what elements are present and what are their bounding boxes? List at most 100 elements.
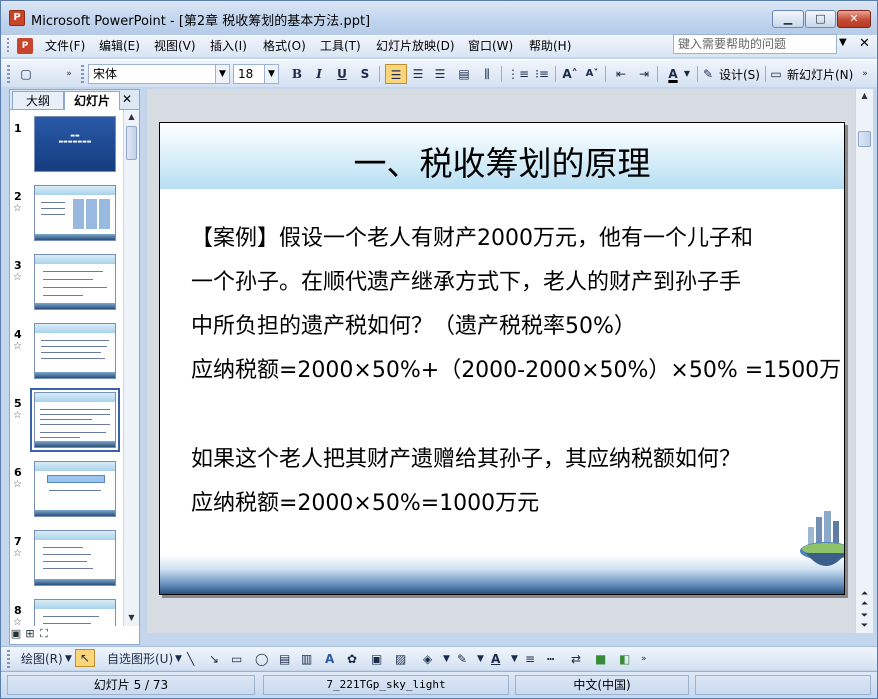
new-document-icon[interactable]: ▢ [15, 64, 37, 84]
line-color-dropdown-icon[interactable]: ▼ [477, 651, 484, 667]
document-close-icon[interactable]: ✕ [859, 36, 870, 51]
bullets-icon[interactable]: ⁝≡ [531, 64, 553, 84]
increase-indent-icon[interactable]: ⇥ [633, 64, 655, 84]
slide-text-line[interactable]: 中所负担的遗产税如何？（遗产税税率50%） [191, 312, 636, 342]
textbox-tool-icon[interactable]: ▤ [279, 651, 290, 667]
slide-thumbnail-8[interactable] [34, 599, 116, 626]
new-slide-button[interactable]: 新幻灯片(N) [787, 66, 853, 83]
underline-button[interactable]: U [331, 64, 353, 84]
design-icon[interactable]: ✎ [701, 64, 715, 84]
current-slide[interactable]: 一、税收筹划的原理 【案例】假设一个老人有财产2000万元，他有一个儿子和 一个… [159, 122, 845, 595]
rectangle-tool-icon[interactable]: ▭ [231, 651, 242, 667]
toolbar-grip[interactable] [7, 65, 10, 83]
toolbar-overflow-icon[interactable]: » [859, 64, 871, 84]
pane-close-icon[interactable]: ✕ [122, 92, 132, 106]
menu-slideshow[interactable]: 幻灯片放映(D) [376, 38, 455, 54]
align-left-icon[interactable]: ☰ [385, 64, 407, 84]
slide-thumbnail-4[interactable] [34, 323, 116, 379]
slide-text-line[interactable]: 应纳税额=2000×50%+（2000-2000×50%）×50% =1500万 [191, 356, 841, 386]
font-color-dropdown-icon[interactable]: ▼ [682, 64, 692, 84]
italic-button[interactable]: I [308, 64, 330, 84]
line-tool-icon[interactable]: ╲ [187, 651, 194, 667]
help-search-input[interactable]: 键入需要帮助的问题 [673, 34, 837, 54]
vertical-textbox-icon[interactable]: ▥ [301, 651, 312, 667]
slide-title[interactable]: 一、税收筹划的原理 [160, 137, 844, 185]
document-icon[interactable]: P [17, 38, 33, 54]
distribute-icon[interactable]: ⫼ [476, 64, 498, 84]
oval-tool-icon[interactable]: ◯ [255, 651, 268, 667]
scrollbar-thumb[interactable] [126, 126, 137, 160]
slide-text-line[interactable]: 一个孙子。在顺代遗产继承方式下，老人的财产到孙子手 [191, 268, 741, 298]
toolbar-grip[interactable] [7, 650, 10, 668]
autoshapes-dropdown-icon[interactable]: ▼ [175, 651, 182, 667]
normal-view-icon[interactable]: ▣ [9, 627, 23, 640]
minimize-button[interactable]: ▁ [772, 10, 804, 28]
bold-button[interactable]: B [286, 64, 308, 84]
design-button[interactable]: 设计(S) [719, 66, 760, 83]
menu-edit[interactable]: 编辑(E) [99, 38, 140, 54]
scroll-up-icon[interactable]: ▲ [856, 89, 873, 103]
maximize-button[interactable]: □ [805, 10, 836, 28]
scroll-up-icon[interactable]: ▲ [124, 110, 139, 124]
shadow-style-icon[interactable]: ■ [595, 651, 606, 667]
wordart-icon[interactable]: A [325, 651, 334, 667]
slide-text-line[interactable]: 如果这个老人把其财产遗赠给其孙子，其应纳税额如何？ [191, 445, 741, 475]
line-style-icon[interactable]: ≡ [525, 651, 535, 667]
slide-thumbnail-3[interactable] [34, 254, 116, 310]
powerpoint-app-icon[interactable]: P [9, 10, 25, 26]
diagram-icon[interactable]: ✿ [347, 651, 357, 667]
menu-view[interactable]: 视图(V) [154, 38, 196, 54]
scrollbar-thumb[interactable] [858, 131, 871, 147]
tab-outline[interactable]: 大纲 [12, 91, 64, 109]
font-size-select[interactable]: 18 ▼ [233, 64, 279, 84]
slide-sorter-icon[interactable]: ⊞ [23, 627, 37, 640]
slide-thumbnail-5[interactable] [30, 388, 120, 452]
arrow-style-icon[interactable]: ⇄ [571, 651, 581, 667]
slide-text-line[interactable]: 应纳税额=2000×50%=1000万元 [191, 489, 539, 519]
font-color-icon[interactable]: A [662, 64, 684, 84]
fill-color-dropdown-icon[interactable]: ▼ [443, 651, 450, 667]
menu-file[interactable]: 文件(F) [45, 38, 85, 54]
font-color-icon[interactable]: A [491, 651, 500, 667]
decrease-font-icon[interactable]: A˅ [581, 64, 603, 84]
menu-grip[interactable] [7, 38, 9, 54]
draw-menu-dropdown-icon[interactable]: ▼ [65, 651, 72, 667]
next-slide-icon[interactable]: ⏷ ⏷ [856, 611, 873, 631]
justify-icon[interactable]: ▤ [453, 64, 475, 84]
menu-window[interactable]: 窗口(W) [468, 38, 513, 54]
slide-thumbnail-2[interactable] [34, 185, 116, 241]
font-name-dropdown-icon[interactable]: ▼ [215, 65, 229, 83]
shadow-button[interactable]: S [354, 64, 376, 84]
menu-help[interactable]: 帮助(H) [529, 38, 571, 54]
dash-style-icon[interactable]: ┅ [547, 651, 554, 667]
font-name-select[interactable]: 宋体 ▼ [88, 64, 230, 84]
slide-thumbnail-1[interactable]: ▬▬ ▬▬▬▬▬▬▬ [34, 116, 116, 172]
align-right-icon[interactable]: ☰ [429, 64, 451, 84]
arrow-tool-icon[interactable]: ↘ [209, 651, 219, 667]
3d-style-icon[interactable]: ◧ [619, 651, 630, 667]
tab-slides[interactable]: 幻灯片 [64, 91, 120, 110]
slide-thumbnail-7[interactable] [34, 530, 116, 586]
picture-icon[interactable]: ▨ [395, 651, 406, 667]
menu-format[interactable]: 格式(O) [263, 38, 306, 54]
help-dropdown-icon[interactable]: ▼ [839, 37, 847, 48]
increase-font-icon[interactable]: A˄ [559, 64, 581, 84]
slideshow-icon[interactable]: ⛶ [37, 627, 51, 641]
close-button[interactable]: ✕ [837, 10, 871, 28]
toolbar-overflow-icon[interactable]: » [641, 651, 647, 667]
draw-menu-button[interactable]: 绘图(R) [21, 651, 63, 667]
numbering-icon[interactable]: ⋮≡ [507, 64, 529, 84]
slide-text-line[interactable]: 【案例】假设一个老人有财产2000万元，他有一个儿子和 [191, 224, 753, 254]
toolbar-grip-2[interactable] [81, 65, 84, 83]
new-slide-icon[interactable]: ▭ [768, 64, 784, 84]
thumbnail-scrollbar[interactable]: ▲ ▼ [123, 110, 139, 626]
menu-tools[interactable]: 工具(T) [320, 38, 361, 54]
select-pointer-icon[interactable]: ↖ [75, 649, 95, 667]
slide-vertical-scrollbar[interactable]: ▲ ⏶ ⏶ ⏷ ⏷ [855, 89, 873, 633]
previous-slide-icon[interactable]: ⏶ ⏶ [856, 589, 873, 609]
clipart-icon[interactable]: ▣ [371, 651, 382, 667]
toolbar-options-icon[interactable]: » [63, 64, 75, 84]
fill-color-icon[interactable]: ◈ [423, 651, 432, 667]
decrease-indent-icon[interactable]: ⇤ [610, 64, 632, 84]
line-color-icon[interactable]: ✎ [457, 651, 467, 667]
